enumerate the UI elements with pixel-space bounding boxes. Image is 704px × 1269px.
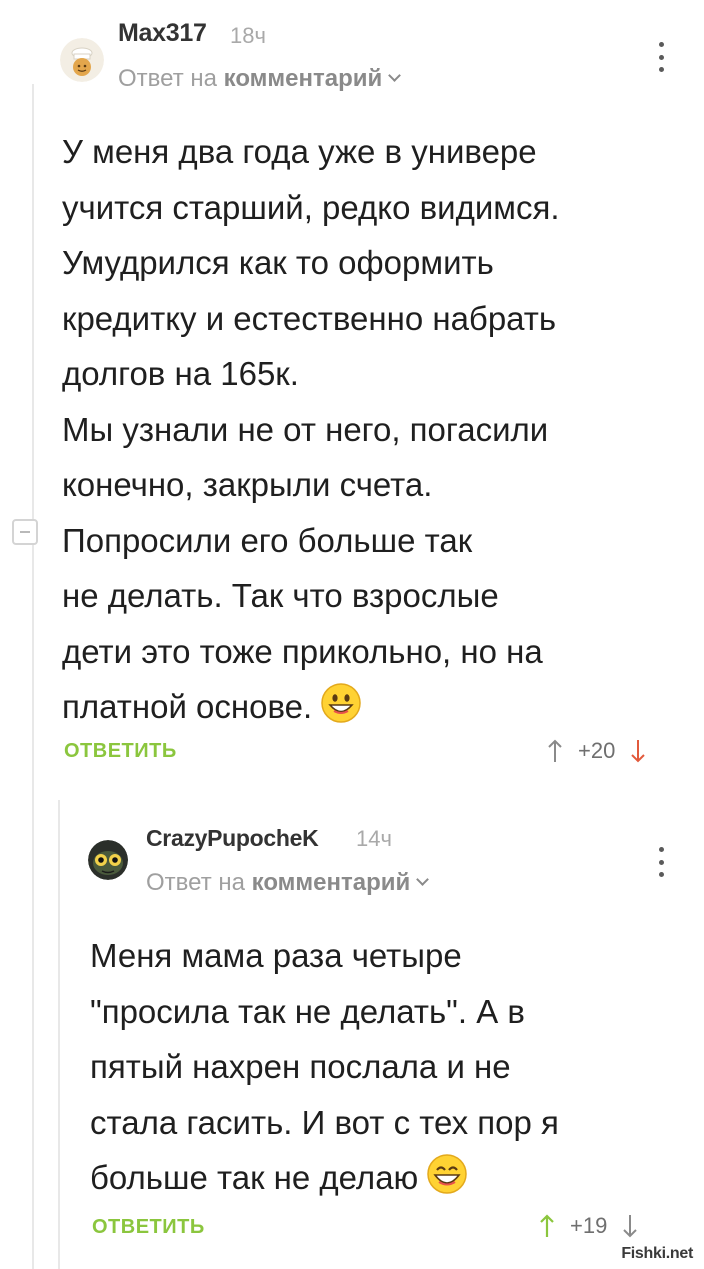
comment-text-line: кредитку и естественно набрать — [62, 299, 557, 337]
comment-text-line: конечно, закрыли счета. — [62, 466, 433, 503]
comment-text-line-last: платной основе. — [62, 679, 559, 741]
reply-button[interactable]: ОТВЕТИТЬ — [64, 740, 177, 763]
comment-text-line: Попросили его больше так — [62, 521, 473, 559]
avatar[interactable] — [60, 38, 104, 82]
reply-text-line: пятый нахрен послала и не — [90, 1048, 511, 1085]
comment-text-line: Мы узнали не от него, погасили — [62, 410, 549, 448]
comment-time: 18ч — [230, 23, 266, 48]
grinning-face-icon — [320, 682, 362, 741]
reply-text-line: больше так не делаю — [90, 1159, 419, 1196]
reply-to-prefix: Ответ на — [146, 869, 245, 896]
reply-to-line: Ответ на комментарий — [118, 65, 402, 93]
rating-score: +20 — [578, 738, 616, 763]
rating: +20 — [548, 736, 646, 766]
downvote-icon[interactable] — [623, 1213, 638, 1239]
comment-text-line: дети это тоже прикольно, но на — [62, 632, 543, 670]
comment-text-line: долгов на 165к. — [62, 355, 299, 392]
reply-to-comment-link[interactable]: комментарий — [224, 65, 383, 92]
chef-avatar-icon — [60, 38, 104, 82]
comment-text-line: не делать. Так что взрослые — [62, 577, 499, 614]
comment-text-line: Умудрился как то оформить — [62, 244, 494, 281]
reply-text-line: "просила так не делать". А в — [90, 992, 525, 1030]
reply-to-comment-link[interactable]: комментарий — [252, 869, 411, 896]
comment-username[interactable]: Max317 — [118, 19, 207, 48]
reply-text-line: Меня мама раза четыре — [90, 937, 462, 974]
reply-username[interactable]: CrazyPupocheK — [146, 825, 319, 852]
reply-text: Меня мама раза четыре "просила так не де… — [90, 928, 559, 1212]
reply-text-line: стала гасить. И вот с тех пор я — [90, 1103, 559, 1141]
reply-to-prefix: Ответ на — [118, 65, 217, 92]
upvote-icon[interactable] — [540, 1213, 554, 1239]
chevron-down-icon[interactable] — [388, 69, 402, 82]
more-options-icon[interactable] — [651, 40, 671, 74]
grinning-face-with-smiling-eyes-icon — [426, 1153, 468, 1212]
downvote-icon[interactable] — [631, 738, 646, 764]
upvote-icon[interactable] — [548, 738, 562, 764]
reply-to-line: Ответ на комментарий — [146, 869, 430, 897]
reply-thread-line — [58, 800, 60, 1269]
thread-line — [32, 84, 34, 1269]
watermark: Fishki.net — [618, 1245, 696, 1263]
more-options-icon[interactable] — [651, 845, 671, 879]
reply-button[interactable]: ОТВЕТИТЬ — [92, 1216, 205, 1239]
collapse-thread-button[interactable] — [12, 519, 38, 545]
comment-text-line: платной основе. — [62, 688, 313, 725]
creature-avatar-icon — [88, 840, 128, 880]
comment-text: У меня два года уже в универе учится ста… — [62, 124, 559, 741]
rating-score: +19 — [570, 1213, 608, 1238]
reply-time: 14ч — [356, 826, 392, 851]
reply-text-line-last: больше так не делаю — [90, 1150, 559, 1212]
rating: +19 — [540, 1211, 638, 1241]
avatar[interactable] — [88, 840, 128, 880]
chevron-down-icon[interactable] — [416, 873, 430, 886]
comment-text-line: учится старший, редко видимся. — [62, 188, 560, 226]
comment-text-line: У меня два года уже в универе — [62, 133, 537, 170]
